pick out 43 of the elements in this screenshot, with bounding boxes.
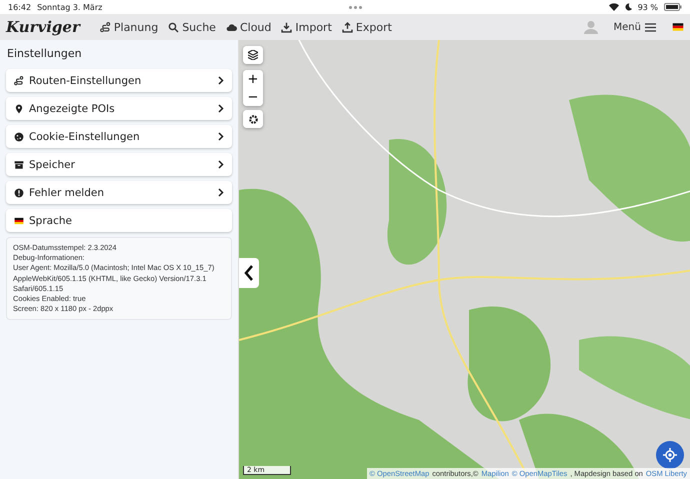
menu-icon (645, 22, 656, 32)
more-dots-icon (349, 6, 362, 8)
menu-button[interactable]: Menü (608, 20, 662, 34)
battery-icon (664, 3, 682, 11)
nav-link[interactable]: Suche (168, 20, 216, 34)
moon-icon (624, 3, 632, 11)
upload-icon (342, 22, 353, 32)
collapse-button[interactable] (239, 258, 259, 288)
gear-icon (248, 114, 258, 124)
nav-link[interactable]: Import (281, 20, 332, 34)
cloud-icon (226, 22, 237, 32)
settings-button[interactable] (243, 110, 263, 128)
flag-icon (672, 21, 684, 33)
settings-item[interactable]: Sprache (6, 209, 232, 232)
settings-item[interactable]: Angezeigte POIs (6, 97, 232, 120)
flag-icon (14, 216, 24, 226)
exclamation-icon (14, 188, 24, 198)
settings-item[interactable]: Cookie-Einstellungen (6, 125, 232, 148)
status-time: 16:42 (8, 2, 32, 12)
archive-icon (14, 160, 24, 170)
nav-link[interactable]: Export (342, 20, 392, 34)
panel-title: Einstellungen (6, 46, 83, 62)
nav-link[interactable]: Cloud (226, 20, 272, 34)
nav-link[interactable]: Planung (100, 20, 158, 34)
route-icon (100, 22, 111, 32)
battery-percent: 93 % (638, 2, 658, 12)
zoom-out-button[interactable]: − (243, 88, 263, 106)
settings-item[interactable]: Fehler melden (6, 181, 232, 204)
cookie-icon (14, 132, 24, 142)
zoom-in-button[interactable]: + (243, 70, 263, 88)
chevron-left-icon (244, 265, 254, 281)
search-icon (168, 22, 180, 32)
map-pin-icon (14, 104, 24, 114)
download-icon (281, 22, 292, 32)
layers-icon (248, 50, 258, 60)
status-date: Sonntag 3. März (37, 2, 102, 12)
app-logo: Kurviger (6, 18, 80, 36)
wifi-icon (608, 3, 619, 11)
settings-item[interactable]: Routen-Einstellungen (6, 69, 232, 92)
crosshair-icon (663, 448, 677, 462)
layers-button[interactable] (243, 46, 263, 64)
route-icon (14, 76, 24, 86)
settings-item[interactable]: Speicher (6, 153, 232, 176)
